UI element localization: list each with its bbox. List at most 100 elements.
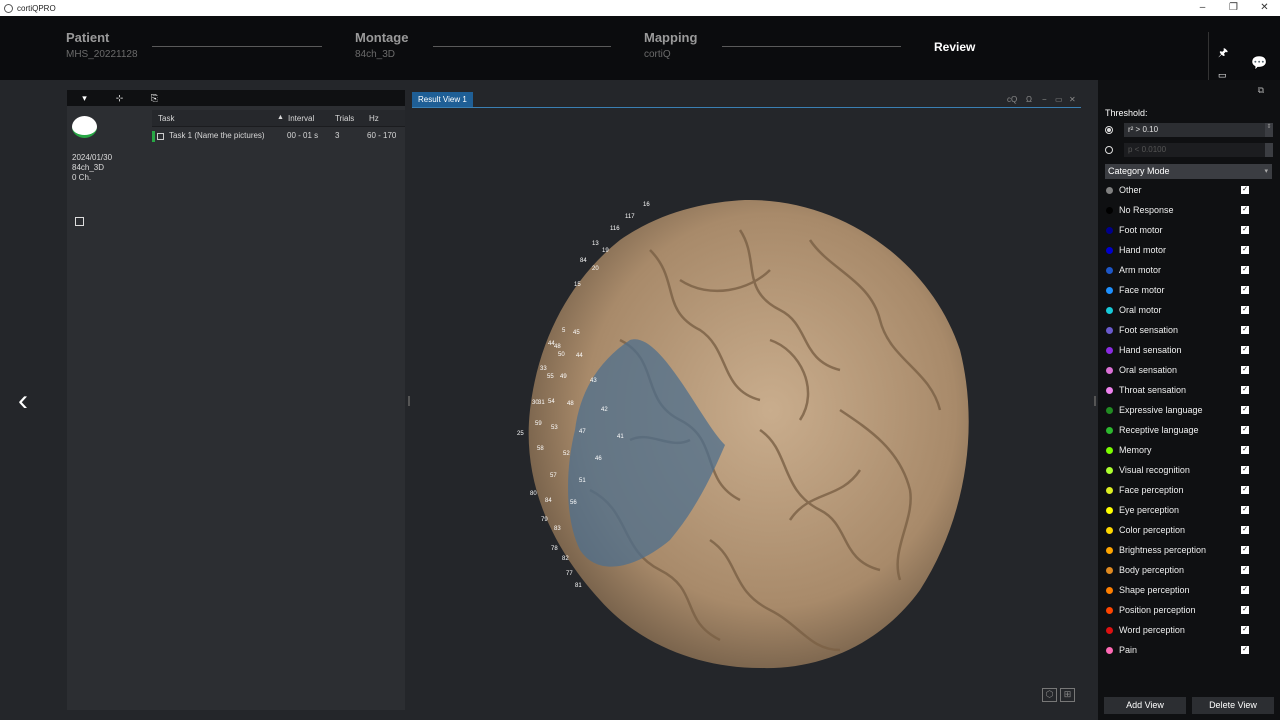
close-icon[interactable]: ✕ [1249,0,1280,16]
collapse-icon[interactable]: ⊹ [102,93,137,104]
category-item[interactable]: Body perception ✓ [1105,562,1272,582]
category-checkbox[interactable]: ✓ [1241,446,1249,454]
category-item[interactable]: Eye perception ✓ [1105,502,1272,522]
category-checkbox[interactable]: ✓ [1241,406,1249,414]
r2-spinner[interactable]: ⇕ [1265,123,1273,137]
tab-result-view[interactable]: Result View 1 [412,92,473,107]
col-trials[interactable]: Trials [335,114,354,123]
sort-icon[interactable]: ▲ [277,114,284,121]
splitter-handle[interactable] [1094,396,1096,406]
category-checkbox[interactable]: ✓ [1241,506,1249,514]
category-color-dot [1106,267,1113,274]
electrode-label: 79 [541,517,548,523]
category-item[interactable]: Foot sensation ✓ [1105,322,1272,342]
category-item[interactable]: Hand sensation ✓ [1105,342,1272,362]
category-item[interactable]: Brightness perception ✓ [1105,542,1272,562]
category-checkbox[interactable]: ✓ [1241,526,1249,534]
electrode-label: 116 [610,226,620,232]
patient-checkbox[interactable] [75,217,84,226]
step-review[interactable]: Review [934,40,975,54]
category-checkbox[interactable]: ✓ [1241,246,1249,254]
p-input[interactable]: p < 0.0100 [1124,143,1265,157]
minus-icon[interactable]: − [1042,95,1047,104]
category-checkbox[interactable]: ✓ [1241,466,1249,474]
category-checkbox[interactable]: ✓ [1241,366,1249,374]
category-checkbox[interactable]: ✓ [1241,346,1249,354]
close-view-icon[interactable]: ✕ [1069,95,1076,104]
cq-icon[interactable]: cQ [1007,95,1017,104]
category-checkbox[interactable]: ✓ [1241,486,1249,494]
category-item[interactable]: Foot motor ✓ [1105,222,1272,242]
category-checkbox[interactable]: ✓ [1241,386,1249,394]
r2-input[interactable]: r² > 0.10 [1124,123,1265,137]
back-arrow-icon[interactable]: ‹ [18,386,28,416]
delete-view-button[interactable]: Delete View [1192,697,1274,714]
category-checkbox[interactable]: ✓ [1241,326,1249,334]
category-checkbox[interactable]: ✓ [1241,626,1249,634]
category-item[interactable]: Position perception ✓ [1105,602,1272,622]
category-checkbox[interactable]: ✓ [1241,186,1249,194]
grid-icon[interactable]: ⊞ [1060,688,1075,702]
table-row[interactable]: Task 1 (Name the pictures) 00 - 01 s 3 6… [152,127,405,145]
category-color-dot [1106,627,1113,634]
chat-icon[interactable]: 💬 [1251,55,1267,71]
cube-icon[interactable]: ⬡ [1042,688,1057,702]
category-checkbox[interactable]: ✓ [1241,546,1249,554]
category-mode-dropdown[interactable]: Category Mode ▾ [1105,164,1272,179]
p-radio[interactable] [1105,146,1113,154]
step-montage[interactable]: Montage 84ch_3D [355,30,408,60]
electrode-label: 48 [567,401,574,407]
category-item[interactable]: Other ✓ [1105,182,1272,202]
category-checkbox[interactable]: ✓ [1241,206,1249,214]
category-item[interactable]: Word perception ✓ [1105,622,1272,642]
category-item[interactable]: Hand motor ✓ [1105,242,1272,262]
dropdown-icon[interactable]: ▾ [67,93,102,104]
category-item[interactable]: Receptive language ✓ [1105,422,1272,442]
step-review-label: Review [934,40,976,54]
category-item[interactable]: Throat sensation ✓ [1105,382,1272,402]
category-color-dot [1106,287,1113,294]
step-mapping[interactable]: Mapping cortiQ [644,30,697,60]
category-item[interactable]: Visual recognition ✓ [1105,462,1272,482]
category-checkbox[interactable]: ✓ [1241,606,1249,614]
step-patient[interactable]: Patient MHS_20221128 [66,30,138,60]
pin-icon[interactable]: 🖈 [1218,44,1228,63]
category-label: Memory [1119,445,1152,455]
float-panel-icon[interactable]: ⧉ [1258,85,1264,96]
col-task[interactable]: Task [158,114,174,123]
category-checkbox[interactable]: ✓ [1241,286,1249,294]
category-checkbox[interactable]: ✓ [1241,306,1249,314]
category-checkbox[interactable]: ✓ [1241,226,1249,234]
category-item[interactable]: No Response ✓ [1105,202,1272,222]
category-item[interactable]: Color perception ✓ [1105,522,1272,542]
task-table-header: Task ▲ Interval Trials Hz [152,110,405,127]
task-checkbox[interactable] [157,133,164,140]
category-item[interactable]: Expressive language ✓ [1105,402,1272,422]
left-strip [0,80,67,720]
category-item[interactable]: Oral sensation ✓ [1105,362,1272,382]
category-item[interactable]: Oral motor ✓ [1105,302,1272,322]
category-item[interactable]: Face perception ✓ [1105,482,1272,502]
category-checkbox[interactable]: ✓ [1241,646,1249,654]
add-view-button[interactable]: Add View [1104,697,1186,714]
col-hz[interactable]: Hz [369,114,379,123]
float-icon[interactable]: ▭ [1055,95,1063,104]
export-icon[interactable]: ⎘ [137,93,172,104]
category-checkbox[interactable]: ✓ [1241,566,1249,574]
headphones-icon[interactable]: Ω [1026,95,1032,104]
p-spinner[interactable] [1265,143,1273,157]
category-item[interactable]: Arm motor ✓ [1105,262,1272,282]
col-interval[interactable]: Interval [288,114,314,123]
brain-render[interactable]: 1611711613198420155 4544 4850 443355 4943313… [510,190,970,680]
category-checkbox[interactable]: ✓ [1241,426,1249,434]
minimize-icon[interactable]: – [1187,0,1218,16]
category-item[interactable]: Shape perception ✓ [1105,582,1272,602]
category-list: Other ✓ No Response ✓ Foot motor ✓ Hand motor ✓… [1105,182,1272,662]
category-checkbox[interactable]: ✓ [1241,586,1249,594]
category-checkbox[interactable]: ✓ [1241,266,1249,274]
maximize-icon[interactable]: ❐ [1218,0,1249,16]
r2-radio[interactable] [1105,126,1113,134]
category-item[interactable]: Face motor ✓ [1105,282,1272,302]
category-item[interactable]: Pain ✓ [1105,642,1272,662]
category-item[interactable]: Memory ✓ [1105,442,1272,462]
